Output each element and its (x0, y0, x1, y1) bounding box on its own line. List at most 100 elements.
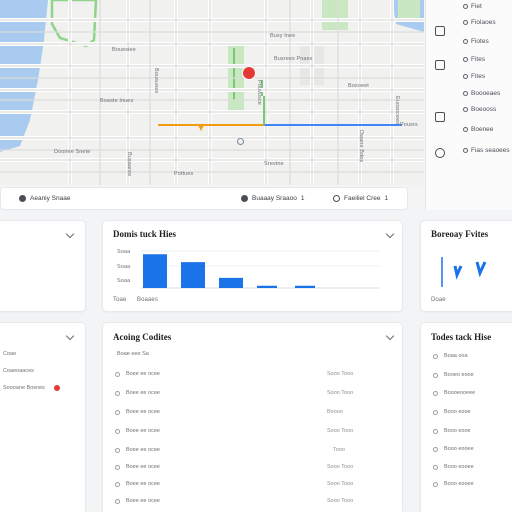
table-row[interactable]: Boee ee ocee Tooo (115, 447, 395, 453)
map-label: Doonee Snete (54, 149, 91, 155)
row-label: Boee ee ocee (126, 371, 160, 377)
table-row[interactable]: Boee ee ocee Sooo Tooo (115, 428, 395, 434)
list-item[interactable]: Booo eooe (433, 409, 471, 415)
radio-icon (115, 428, 120, 434)
radio-icon (463, 4, 468, 9)
image-icon[interactable] (435, 60, 445, 70)
chart-footer-label: Boaaes (137, 297, 158, 303)
y-tick-label: Soaa (117, 264, 131, 270)
row-value: Sooo Tooo (327, 371, 354, 377)
radio-icon (433, 353, 438, 359)
radio-icon (115, 447, 120, 453)
radio-icon (19, 195, 26, 202)
radio-icon (463, 91, 468, 96)
y-tick-label: Soaa (117, 249, 131, 255)
list-item-label: Boooeooeee (444, 390, 476, 396)
row-label: Boee ee ocee (126, 390, 160, 396)
map-label: Bousuees (153, 68, 159, 94)
strip-item-right[interactable]: Faeiliel Cree 1 (333, 195, 388, 202)
document-icon[interactable] (435, 112, 445, 122)
rail-item[interactable]: Boeooss (463, 106, 496, 113)
rail-item-label: Fiolaoes (471, 19, 496, 26)
radio-icon (433, 464, 438, 470)
list-item[interactable]: Booo eooe (433, 428, 471, 434)
list-item[interactable]: Booeo eooe (433, 372, 474, 378)
radio-icon (463, 148, 468, 153)
radio-icon (463, 127, 468, 132)
card-title: Boreoay Fvites (431, 229, 489, 239)
map-label: Bouesiee (112, 47, 136, 53)
card-title: Acoing Codites (113, 332, 172, 342)
list-item[interactable]: Boooeooeee (433, 390, 475, 396)
chart-bar (295, 285, 315, 288)
strip-item-mid[interactable]: Buaaay Sraaoo 1 (241, 195, 304, 202)
map-view[interactable]: Bouesiee Busy Inee Boaste Inues Busrees … (0, 0, 424, 185)
chevron-down-icon[interactable] (65, 331, 75, 341)
list-item-label: Coae (3, 351, 17, 357)
list-item-label: Booo eooe (444, 428, 471, 434)
rail-item[interactable]: Fites (463, 73, 485, 80)
list-item-label: Coaeoaaces (3, 368, 34, 374)
strip-label: Aeaniy Snaae (30, 195, 71, 202)
list-item[interactable]: Soooane Bosnes (3, 385, 60, 391)
radio-icon (463, 57, 468, 62)
row-label: Boee ee ocee (126, 498, 160, 504)
status-strip: Aeaniy Snaae Buaaay Sraaoo 1 Faeiliel Cr… (0, 187, 408, 210)
rail-item[interactable]: Boenee (463, 126, 493, 133)
map-label: Pouvusce (256, 80, 262, 105)
map-label: Srevtne (264, 161, 284, 167)
table-row[interactable]: Boee ee ocee Sooo Tooo (115, 498, 395, 504)
rail-item-label: Fiet (471, 3, 482, 10)
row-value: Boooo (327, 409, 343, 415)
rail-item[interactable]: Fites (463, 56, 485, 63)
radio-icon (463, 74, 468, 79)
radio-icon (115, 390, 120, 396)
row-label: Boee ee ocee (126, 428, 160, 434)
radio-icon (463, 39, 468, 44)
list-item-label: Booo eooe (444, 409, 471, 415)
collapsed-card (0, 220, 86, 312)
chart-bar (181, 262, 205, 288)
rail-item[interactable]: Fiotes (463, 38, 489, 45)
chart-bar (257, 285, 277, 288)
chart-bar (219, 277, 243, 288)
table-row[interactable]: Boee ee ocee Sooo Tooo (115, 390, 395, 396)
layers-icon[interactable] (435, 26, 445, 36)
alert-badge (53, 385, 60, 391)
rail-item-label: Boeooss (471, 106, 497, 113)
list-item[interactable]: Booo eooee (433, 464, 474, 470)
radio-icon (433, 372, 438, 378)
camera-icon[interactable] (435, 148, 445, 158)
card-title: Todes tack Hise (431, 332, 492, 342)
radio-icon (433, 390, 438, 396)
list-item[interactable]: Booo eooee (433, 481, 474, 487)
list-item-label: Soooane Bosnes (3, 385, 45, 391)
list-item[interactable]: Boaa ooa (433, 353, 468, 359)
radio-icon (433, 428, 438, 434)
chevron-down-icon[interactable] (385, 331, 395, 341)
chevron-down-icon[interactable] (65, 229, 75, 239)
map-marker-icon[interactable] (237, 138, 244, 145)
table-row[interactable]: Boee ee ocee Boooo (115, 409, 395, 415)
list-item[interactable]: Coae (3, 351, 16, 357)
radio-icon (115, 498, 120, 504)
today-card: Todes tack Hise Boaa ooa Booeo eooe Booo… (420, 322, 512, 512)
strip-item-left[interactable]: Aeaniy Snaae (19, 195, 70, 202)
rail-item[interactable]: Fias seaoees (463, 147, 510, 154)
radio-icon (433, 481, 438, 487)
table-row[interactable]: Boee ee ocee Sooo Tooo (115, 464, 395, 470)
list-item[interactable]: Coaeoaaces (3, 368, 34, 374)
info-icon (333, 195, 340, 202)
location-pin-icon[interactable] (243, 67, 255, 79)
list-item[interactable]: Booo eooee (433, 446, 474, 452)
list-item-label: Booeo eooe (444, 372, 474, 378)
rail-item[interactable]: Boooeaes (463, 90, 500, 97)
rail-item[interactable]: Fiet (463, 3, 482, 10)
table-row[interactable]: Boee ee ocee Sooo Tooo (115, 371, 395, 377)
rail-item[interactable]: Fiolaoes (463, 19, 496, 26)
radio-icon (433, 409, 438, 415)
list-item-label: Booo eooee (444, 481, 474, 487)
map-label: Boaste Inues (100, 98, 134, 104)
rail-item-label: Fiotes (471, 38, 489, 45)
table-row[interactable]: Boee ee ocee Sooo Tooo (115, 481, 395, 487)
